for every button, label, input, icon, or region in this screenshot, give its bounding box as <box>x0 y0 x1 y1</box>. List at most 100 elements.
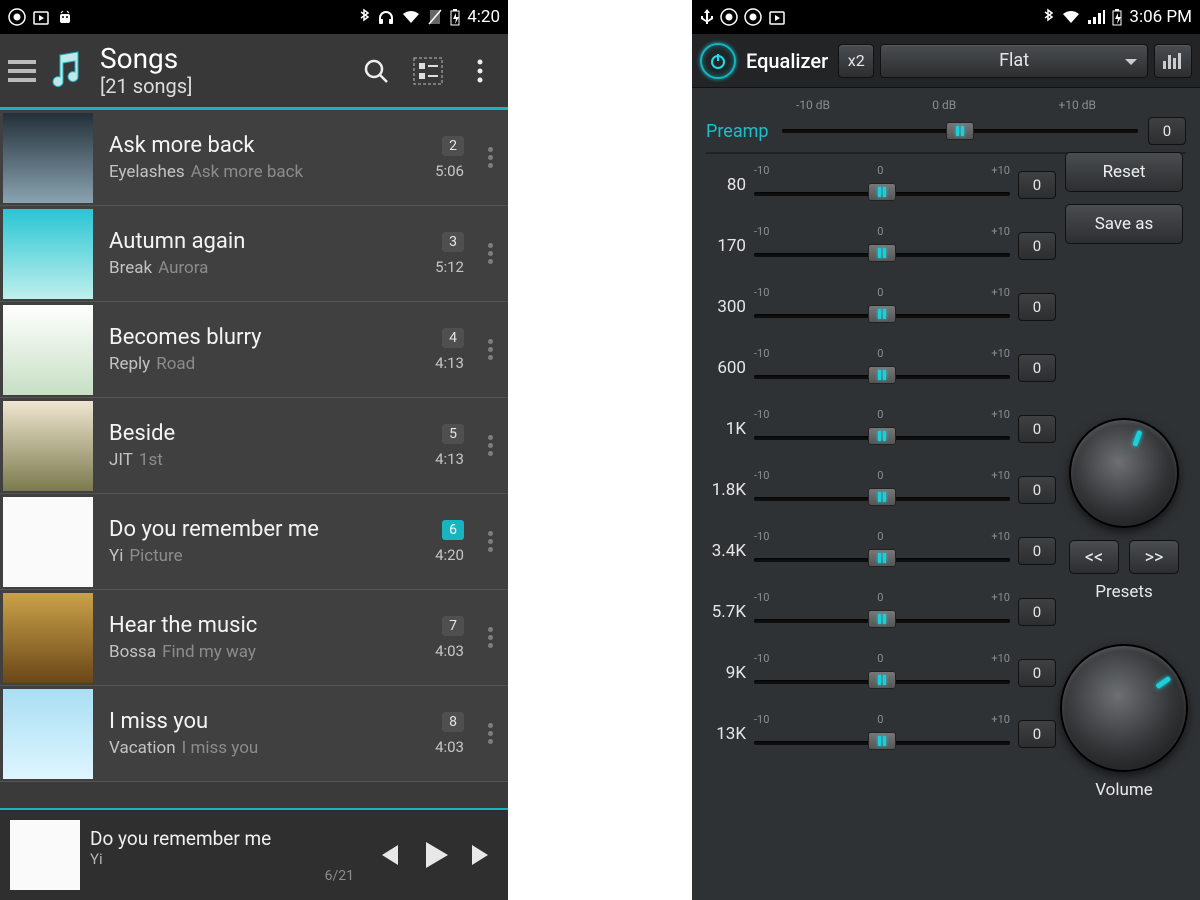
band-slider[interactable] <box>754 179 1010 205</box>
song-row[interactable]: Do you remember me YiPicture 64:20 <box>0 494 508 590</box>
song-title: Do you remember me <box>109 517 399 542</box>
track-badge: 5 <box>442 424 464 444</box>
wifi-icon <box>1061 9 1081 25</box>
band-value: 0 <box>1018 659 1056 687</box>
status-right-icons: 4:20 <box>357 7 500 27</box>
song-overflow-button[interactable] <box>478 723 502 744</box>
song-overflow-button[interactable] <box>478 339 502 360</box>
band-slider[interactable] <box>754 728 1010 754</box>
song-duration: 5:12 <box>435 258 464 276</box>
band-freq-label: 80 <box>706 175 746 195</box>
eq-power-button[interactable] <box>700 43 736 79</box>
song-overflow-button[interactable] <box>478 243 502 264</box>
song-row[interactable]: Autumn againBreakAurora35:12 <box>0 206 508 302</box>
eq-bands: 80-100+100170-100+100300-100+100600-100+… <box>706 164 1056 754</box>
album-art <box>3 497 93 587</box>
band-freq-label: 170 <box>706 236 746 256</box>
preamp-label: Preamp <box>706 121 772 142</box>
status-right-icons: 3:06 PM <box>1041 7 1192 27</box>
select-mode-button[interactable] <box>408 51 448 91</box>
band-freq-label: 5.7K <box>706 602 746 622</box>
song-duration: 4:03 <box>435 738 464 756</box>
search-button[interactable] <box>356 51 396 91</box>
now-playing-bar[interactable]: Do you remember me Yi 6/21 <box>0 808 508 900</box>
preset-prev-button[interactable]: << <box>1069 540 1119 574</box>
now-title: Do you remember me <box>90 827 362 850</box>
band-slider[interactable] <box>754 362 1010 388</box>
song-overflow-button[interactable] <box>478 435 502 456</box>
song-overflow-button[interactable] <box>478 627 502 648</box>
song-right: 44:13 <box>409 328 464 372</box>
prev-button[interactable] <box>372 839 404 871</box>
band-slider[interactable] <box>754 301 1010 327</box>
song-right: 64:20 <box>409 520 464 564</box>
bluetooth-icon <box>1041 8 1055 26</box>
band-slider[interactable] <box>754 545 1010 571</box>
volume-knob[interactable] <box>1060 644 1188 772</box>
overflow-button[interactable] <box>460 51 500 91</box>
balance-knob[interactable] <box>1069 418 1179 528</box>
preamp-slider[interactable] <box>782 116 1138 146</box>
camera-icon <box>744 8 762 26</box>
song-subtitle: YiPicture <box>109 546 399 566</box>
song-duration: 4:20 <box>435 546 464 564</box>
song-meta: BesideJIT1st <box>103 421 399 470</box>
song-duration: 4:13 <box>435 354 464 372</box>
band-freq-label: 1K <box>706 419 746 439</box>
eq-visualizer-button[interactable] <box>1154 44 1192 78</box>
track-badge: 7 <box>442 616 464 636</box>
band-slider[interactable] <box>754 606 1010 632</box>
eq-body: -10 dB 0 dB +10 dB Preamp 0 80-100+10017… <box>692 88 1200 900</box>
status-left-icons <box>700 8 786 26</box>
track-badge: 3 <box>442 232 464 252</box>
eq-band-row: 300 -100+10 0 <box>706 286 1056 327</box>
eq-band-row: 1.8K-100+100 <box>706 469 1056 510</box>
now-queue: 6/21 <box>90 868 362 884</box>
band-slider[interactable] <box>754 484 1010 510</box>
song-subtitle: BossaFind my way <box>109 642 399 662</box>
eq-band-row: 9K-100+100 <box>706 652 1056 693</box>
song-row[interactable]: Hear the musicBossaFind my way74:03 <box>0 590 508 686</box>
song-row[interactable]: BesideJIT1st54:13 <box>0 398 508 494</box>
phone-equalizer: 3:06 PM Equalizer x2 Flat -10 dB 0 dB +1… <box>692 0 1200 900</box>
song-row[interactable]: Becomes blurryReplyRoad44:13 <box>0 302 508 398</box>
song-row[interactable]: I miss youVacationI miss you84:03 <box>0 686 508 782</box>
band-freq-label: 13K <box>706 724 746 744</box>
preset-next-button[interactable]: >> <box>1129 540 1179 574</box>
status-clock: 4:20 <box>467 7 500 27</box>
volume-label: Volume <box>1095 780 1153 800</box>
song-row[interactable]: Ask more backEyelashesAsk more back25:06 <box>0 110 508 206</box>
band-slider[interactable] <box>754 240 1010 266</box>
band-slider-wrap: -100+10 <box>754 286 1010 327</box>
song-duration: 4:03 <box>435 642 464 660</box>
song-overflow-button[interactable] <box>478 531 502 552</box>
eq-title: Equalizer <box>746 49 828 73</box>
band-slider[interactable] <box>754 423 1010 449</box>
band-freq-label: 300 <box>706 297 746 317</box>
playstore-icon <box>32 8 50 26</box>
band-freq-label: 600 <box>706 358 746 378</box>
eq-preset-dropdown[interactable]: Flat <box>880 44 1148 78</box>
now-artist: Yi <box>90 850 362 868</box>
band-slider-wrap: -100+10 <box>754 164 1010 205</box>
reset-button[interactable]: Reset <box>1065 152 1183 192</box>
song-list[interactable]: Ask more backEyelashesAsk more back25:06… <box>0 110 508 808</box>
play-button[interactable] <box>416 836 454 874</box>
band-slider-wrap: -100+10 <box>754 408 1010 449</box>
header-title-block: Songs [21 songs] <box>100 44 344 97</box>
song-title: I miss you <box>109 709 399 734</box>
menu-button[interactable] <box>8 60 36 82</box>
band-value: 0 <box>1018 293 1056 321</box>
signal-icon <box>1087 9 1105 25</box>
song-right: 54:13 <box>409 424 464 468</box>
song-overflow-button[interactable] <box>478 147 502 168</box>
album-art <box>3 113 93 203</box>
bluetooth-icon <box>357 8 371 26</box>
band-slider[interactable] <box>754 667 1010 693</box>
now-album-art <box>10 820 80 890</box>
saveas-button[interactable]: Save as <box>1065 204 1183 244</box>
band-slider-wrap: -100+10 <box>754 591 1010 632</box>
playstore-icon <box>768 8 786 26</box>
eq-multiplier-button[interactable]: x2 <box>838 44 874 78</box>
next-button[interactable] <box>466 839 498 871</box>
